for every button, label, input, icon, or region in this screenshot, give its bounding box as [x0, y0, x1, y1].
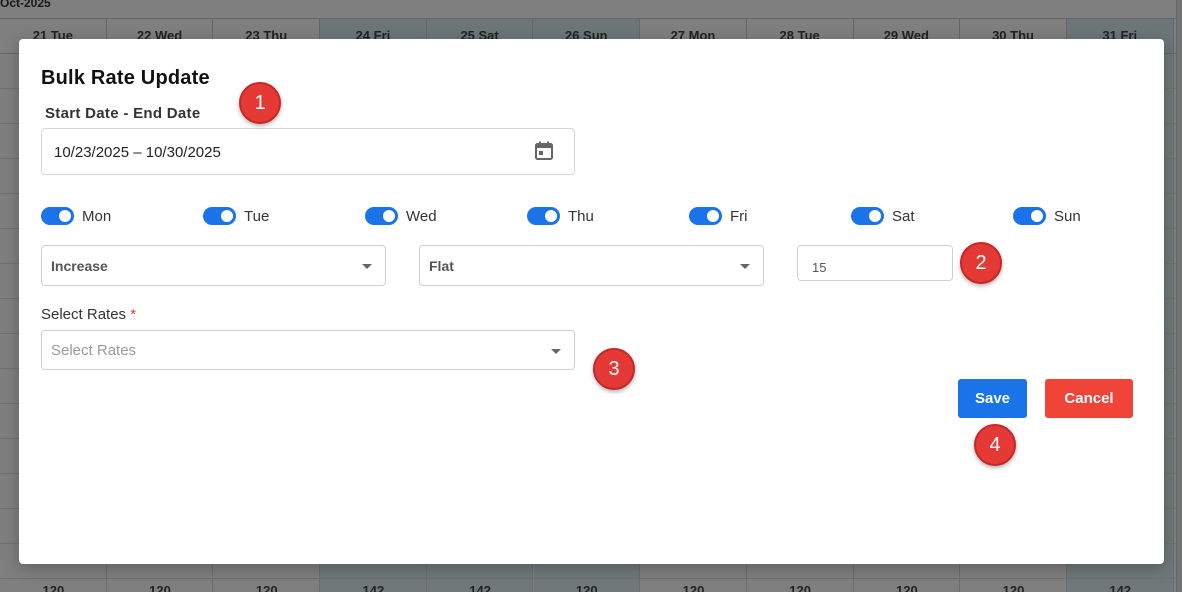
weekday-label: Mon: [82, 207, 112, 225]
chevron-down-icon: [551, 349, 561, 354]
weekday-toggle-thu[interactable]: Thu: [527, 204, 594, 228]
weekday-toggle-tue[interactable]: Tue: [203, 204, 269, 228]
rates-placeholder: Select Rates: [51, 342, 137, 359]
select-rates-label-text: Select Rates: [41, 306, 127, 323]
toggle-switch[interactable]: [689, 207, 722, 225]
weekday-toggle-fri[interactable]: Fri: [689, 204, 748, 228]
weekday-label: Fri: [730, 207, 748, 225]
bulk-rate-update-dialog: Bulk Rate Update Start Date - End Date 1…: [19, 39, 1164, 564]
weekday-toggles: Mon Tue Wed Thu Fri Sat Sun: [41, 204, 1121, 228]
step-marker-4: 4: [974, 424, 1016, 466]
weekday-label: Sat: [892, 207, 915, 225]
step-marker-1: 1: [239, 82, 281, 124]
weekday-label: Wed: [406, 207, 437, 225]
weekday-label: Tue: [244, 207, 270, 225]
save-button[interactable]: Save: [958, 379, 1027, 418]
calendar-icon[interactable]: [532, 139, 556, 163]
weekday-toggle-mon[interactable]: Mon: [41, 204, 111, 228]
toggle-switch[interactable]: [365, 207, 398, 225]
amount-type-value: Flat: [429, 258, 454, 274]
adjustment-type-select[interactable]: Increase: [41, 245, 386, 286]
weekday-toggle-sat[interactable]: Sat: [851, 204, 915, 228]
weekday-label: Thu: [568, 207, 594, 225]
step-marker-2: 2: [960, 242, 1002, 284]
weekday-label: Sun: [1054, 207, 1081, 225]
chevron-down-icon: [740, 264, 750, 269]
date-range-input[interactable]: 10/23/2025 – 10/30/2025: [41, 128, 575, 175]
select-rates-label: Select Rates *: [41, 306, 136, 323]
date-range-label: Start Date - End Date: [45, 105, 201, 122]
cancel-button[interactable]: Cancel: [1045, 379, 1133, 418]
required-mark: *: [130, 306, 137, 323]
toggle-switch[interactable]: [527, 207, 560, 225]
toggle-switch[interactable]: [851, 207, 884, 225]
toggle-switch[interactable]: [203, 207, 236, 225]
weekday-toggle-sun[interactable]: Sun: [1013, 204, 1081, 228]
chevron-down-icon: [362, 264, 372, 269]
amount-input[interactable]: [797, 245, 953, 281]
weekday-toggle-wed[interactable]: Wed: [365, 204, 437, 228]
adjustment-type-value: Increase: [51, 258, 108, 274]
toggle-switch[interactable]: [41, 207, 74, 225]
step-marker-3: 3: [593, 348, 635, 390]
date-range-value: 10/23/2025 – 10/30/2025: [54, 144, 221, 161]
rates-select[interactable]: Select Rates: [41, 330, 575, 370]
dialog-title: Bulk Rate Update: [41, 67, 210, 89]
toggle-switch[interactable]: [1013, 207, 1046, 225]
amount-type-select[interactable]: Flat: [419, 245, 764, 286]
